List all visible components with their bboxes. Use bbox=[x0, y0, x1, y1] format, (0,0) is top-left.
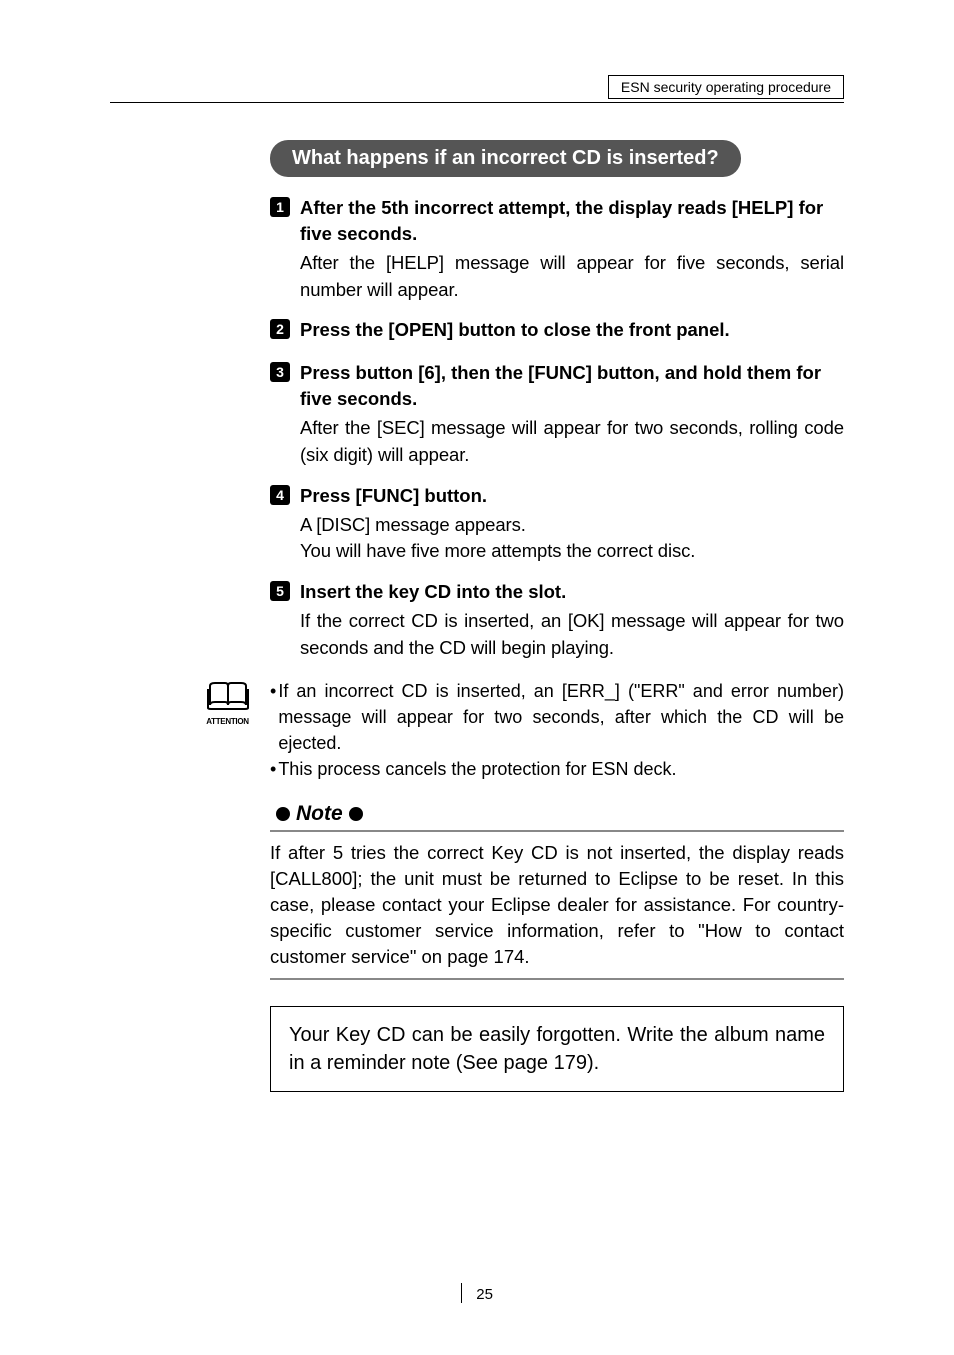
attention-text: • If an incorrect CD is inserted, an [ER… bbox=[270, 678, 844, 782]
step-body: Press the [OPEN] button to close the fro… bbox=[300, 317, 844, 346]
step-desc: After the [SEC] message will appear for … bbox=[300, 415, 844, 469]
step-title: Press [FUNC] button. bbox=[300, 483, 844, 509]
step-number-badge: 1 bbox=[270, 197, 290, 217]
step-body: Press [FUNC] button. A [DISC] message ap… bbox=[300, 483, 844, 566]
header-divider bbox=[110, 102, 844, 103]
step-body: Press button [6], then the [FUNC] button… bbox=[300, 360, 844, 468]
note-dot-icon bbox=[349, 807, 363, 821]
step-number-badge: 5 bbox=[270, 581, 290, 601]
step-5: 5 Insert the key CD into the slot. If th… bbox=[270, 579, 844, 662]
note-header: Note bbox=[270, 802, 844, 826]
reminder-text: Your Key CD can be easily forgotten. Wri… bbox=[289, 1024, 825, 1074]
reminder-box: Your Key CD can be easily forgotten. Wri… bbox=[270, 1006, 844, 1092]
step-title: After the 5th incorrect attempt, the dis… bbox=[300, 195, 844, 247]
attention-icon: ATTENTION bbox=[200, 681, 255, 726]
step-title: Press the [OPEN] button to close the fro… bbox=[300, 317, 844, 343]
step-number-badge: 3 bbox=[270, 362, 290, 382]
header-text: ESN security operating procedure bbox=[621, 79, 831, 95]
bullet-dot: • bbox=[270, 678, 276, 756]
header-box: ESN security operating procedure bbox=[608, 75, 844, 99]
bullet-dot: • bbox=[270, 756, 276, 782]
note-divider-top bbox=[270, 830, 844, 832]
attention-bullet-text: This process cancels the protection for … bbox=[278, 756, 676, 782]
step-4: 4 Press [FUNC] button. A [DISC] message … bbox=[270, 483, 844, 566]
attention-bullet-1: • If an incorrect CD is inserted, an [ER… bbox=[270, 678, 844, 756]
main-content: What happens if an incorrect CD is inser… bbox=[270, 140, 844, 1092]
step-desc: If the correct CD is inserted, an [OK] m… bbox=[300, 608, 844, 662]
step-desc: After the [HELP] message will appear for… bbox=[300, 250, 844, 304]
step-body: Insert the key CD into the slot. If the … bbox=[300, 579, 844, 662]
step-desc: A [DISC] message appears. You will have … bbox=[300, 512, 844, 566]
attention-bullet-text: If an incorrect CD is inserted, an [ERR_… bbox=[278, 678, 844, 756]
book-icon bbox=[207, 681, 249, 711]
attention-block: ATTENTION • If an incorrect CD is insert… bbox=[200, 678, 844, 782]
page-number: 25 bbox=[0, 1285, 954, 1305]
step-number-badge: 4 bbox=[270, 485, 290, 505]
note-dot-icon bbox=[276, 807, 290, 821]
note-body: If after 5 tries the correct Key CD is n… bbox=[270, 840, 844, 969]
step-2: 2 Press the [OPEN] button to close the f… bbox=[270, 317, 844, 346]
step-title: Press button [6], then the [FUNC] button… bbox=[300, 360, 844, 412]
note-label: Note bbox=[296, 802, 343, 826]
step-1: 1 After the 5th incorrect attempt, the d… bbox=[270, 195, 844, 303]
attention-bullet-2: • This process cancels the protection fo… bbox=[270, 756, 844, 782]
step-body: After the 5th incorrect attempt, the dis… bbox=[300, 195, 844, 303]
step-3: 3 Press button [6], then the [FUNC] butt… bbox=[270, 360, 844, 468]
step-number-badge: 2 bbox=[270, 319, 290, 339]
note-divider-bottom bbox=[270, 978, 844, 980]
section-title: What happens if an incorrect CD is inser… bbox=[270, 140, 741, 177]
attention-label: ATTENTION bbox=[200, 717, 255, 726]
step-title: Insert the key CD into the slot. bbox=[300, 579, 844, 605]
